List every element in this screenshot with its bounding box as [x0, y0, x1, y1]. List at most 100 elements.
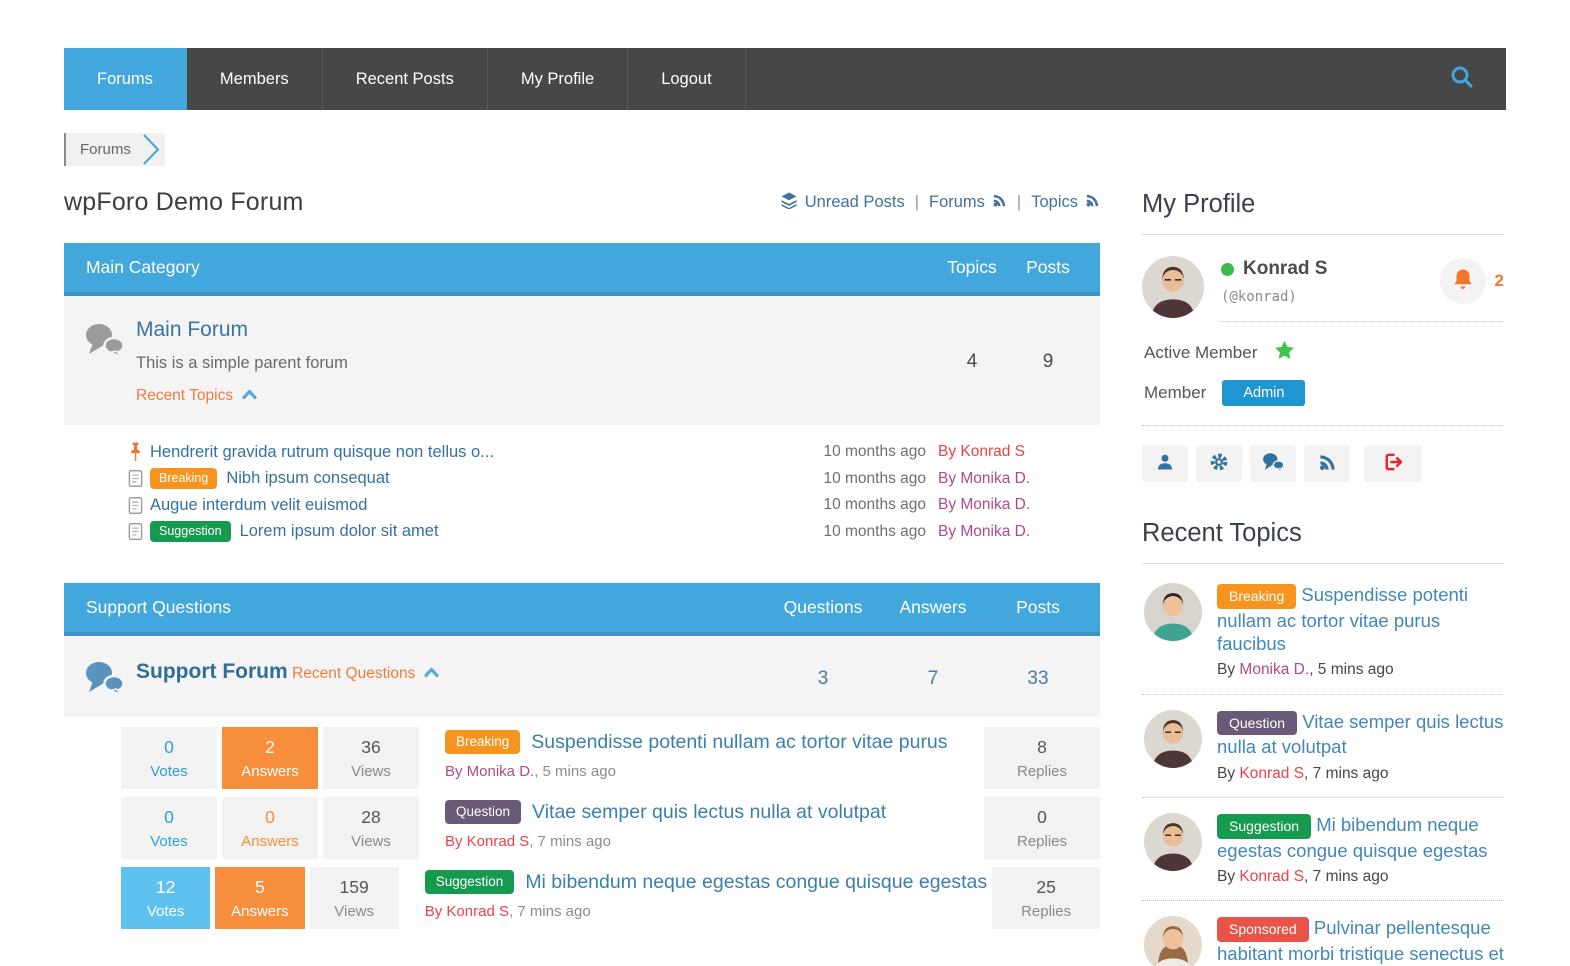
replies-box: 25 Replies: [992, 867, 1100, 929]
replies-box: 0 Replies: [984, 797, 1100, 859]
answers-box[interactable]: 0 Answers: [222, 797, 318, 859]
views-box: 28 Views: [323, 797, 419, 859]
tag-badge-question[interactable]: Question: [445, 800, 521, 824]
topic-row: Augue interdum velit euismod 10 months a…: [128, 492, 1042, 519]
avatar[interactable]: [1144, 583, 1202, 641]
category-title[interactable]: Main Category: [86, 257, 934, 278]
topic-time: , 5 mins ago: [1309, 661, 1393, 678]
replies-label: Replies: [1017, 763, 1067, 780]
panel-support-questions: Support Questions Questions Answers Post…: [64, 583, 1100, 929]
tag-badge-breaking[interactable]: Breaking: [150, 468, 217, 489]
avatar[interactable]: [1144, 916, 1202, 966]
rss-button[interactable]: [1304, 445, 1350, 482]
header-links: Unread Posts | Forums |: [780, 191, 1100, 214]
question-byline: By Monika D., 5 mins ago: [445, 763, 979, 780]
by-label: By: [1217, 868, 1235, 885]
toggle-label: Recent Topics: [136, 387, 233, 405]
avatar[interactable]: [1142, 256, 1204, 318]
search-button[interactable]: [1418, 48, 1506, 110]
nav-item-forums[interactable]: Forums: [64, 48, 187, 110]
nav-item-members[interactable]: Members: [187, 48, 323, 110]
nav-item-logout[interactable]: Logout: [628, 48, 745, 110]
document-icon: [128, 496, 150, 515]
topic-author[interactable]: By Konrad S: [938, 443, 1042, 461]
nav-item-recent-posts[interactable]: Recent Posts: [323, 48, 488, 110]
avatar[interactable]: [1144, 813, 1202, 871]
topics-rss-link[interactable]: Topics: [1031, 193, 1100, 213]
topic-author[interactable]: Monika D.: [1239, 661, 1309, 678]
unread-posts-link[interactable]: Unread Posts: [780, 191, 905, 214]
category-title[interactable]: Support Questions: [86, 597, 768, 618]
layers-icon: [780, 191, 798, 214]
profile-username[interactable]: Konrad S: [1243, 258, 1327, 280]
answers-box[interactable]: 5 Answers: [215, 867, 304, 929]
tag-badge-suggestion[interactable]: Suggestion: [1217, 814, 1311, 839]
topic-author[interactable]: By Monika D.: [938, 496, 1042, 514]
topic-author[interactable]: Konrad S: [1239, 765, 1304, 782]
forum-row-support-forum: Support Forum Recent Questions 3 7 3: [64, 636, 1100, 717]
chevron-right-icon: [142, 134, 161, 170]
forum-answer-count: 7: [878, 656, 988, 701]
gear-icon: [1209, 452, 1229, 475]
topic-author[interactable]: By Monika D.: [938, 523, 1042, 541]
profile-button[interactable]: [1142, 445, 1188, 482]
votes-box[interactable]: 0 Votes: [121, 797, 217, 859]
topic-time: , 7 mins ago: [1304, 868, 1388, 885]
notifications-button[interactable]: [1440, 258, 1486, 304]
forum-post-count: 9: [1010, 318, 1086, 405]
question-author[interactable]: By Monika D.: [445, 763, 534, 780]
answers-label: Answers: [231, 903, 289, 920]
forum-link-main-forum[interactable]: Main Forum: [136, 318, 248, 342]
topic-row: Hendrerit gravida rutrum quisque non tel…: [128, 439, 1042, 466]
question-link[interactable]: Vitae semper quis lectus nulla at volutp…: [532, 801, 886, 824]
recent-questions-toggle[interactable]: Recent Questions: [292, 665, 439, 683]
topic-byline: By Konrad S, 7 mins ago: [1217, 867, 1504, 887]
answers-box[interactable]: 2 Answers: [222, 727, 318, 789]
online-status-icon: [1221, 263, 1234, 276]
topic-link[interactable]: Nibh ipsum consequat: [226, 469, 389, 488]
member-info: Active Member Member Admin: [1142, 322, 1504, 426]
settings-button[interactable]: [1196, 445, 1242, 482]
forums-rss-link[interactable]: Forums: [929, 193, 1007, 213]
logout-button[interactable]: [1364, 445, 1422, 482]
recent-topics-toggle[interactable]: Recent Topics: [136, 387, 257, 405]
votes-box[interactable]: 12 Votes: [121, 867, 210, 929]
nav-item-my-profile[interactable]: My Profile: [488, 48, 628, 110]
member-group-label: Member: [1144, 383, 1206, 403]
support-questions-header: Support Questions Questions Answers Post…: [64, 583, 1100, 636]
votes-box[interactable]: 0 Votes: [121, 727, 217, 789]
question-author[interactable]: By Konrad S: [445, 833, 529, 850]
document-icon: [128, 469, 150, 488]
replies-count: 8: [1037, 737, 1047, 758]
tag-badge-breaking[interactable]: Breaking: [1217, 584, 1296, 609]
avatar[interactable]: [1144, 710, 1202, 768]
answers-count: 2: [265, 737, 275, 758]
question-link[interactable]: Mi bibendum neque egestas congue quisque…: [525, 871, 987, 894]
views-box: 159 Views: [310, 867, 399, 929]
tag-badge-sponsored[interactable]: Sponsored: [1217, 917, 1309, 942]
tag-badge-suggestion[interactable]: Suggestion: [425, 870, 515, 894]
topic-link[interactable]: Lorem ipsum dolor sit amet: [240, 522, 439, 541]
question-link[interactable]: Suspendisse potenti nullam ac tortor vit…: [531, 731, 947, 754]
topic-author[interactable]: Konrad S: [1239, 868, 1304, 885]
breadcrumb-label[interactable]: Forums: [80, 141, 131, 158]
forum-link-support-forum[interactable]: Support Forum: [136, 660, 288, 684]
tag-badge-suggestion[interactable]: Suggestion: [150, 521, 231, 542]
link-separator: |: [1017, 193, 1021, 212]
usergroup-badge-admin[interactable]: Admin: [1222, 380, 1305, 406]
topic-time: 10 months ago: [776, 523, 926, 541]
views-box: 36 Views: [323, 727, 419, 789]
topic-link[interactable]: Augue interdum velit euismod: [150, 496, 367, 515]
question-author[interactable]: By Konrad S: [425, 903, 509, 920]
topic-link[interactable]: Hendrerit gravida rutrum quisque non tel…: [150, 443, 494, 462]
tag-badge-breaking[interactable]: Breaking: [445, 730, 520, 754]
notification-count[interactable]: 2: [1495, 271, 1504, 291]
breadcrumb[interactable]: Forums: [64, 133, 165, 166]
tag-badge-question[interactable]: Question: [1217, 711, 1297, 736]
topic-author[interactable]: By Monika D.: [938, 470, 1042, 488]
page-title: wpForo Demo Forum: [64, 188, 304, 217]
messages-button[interactable]: [1250, 445, 1296, 482]
profile-handle: (@konrad): [1221, 289, 1440, 305]
recent-topics-widget: Recent Topics Breaking Suspendisse pot: [1142, 519, 1504, 966]
forum-question-count: 3: [768, 656, 878, 701]
